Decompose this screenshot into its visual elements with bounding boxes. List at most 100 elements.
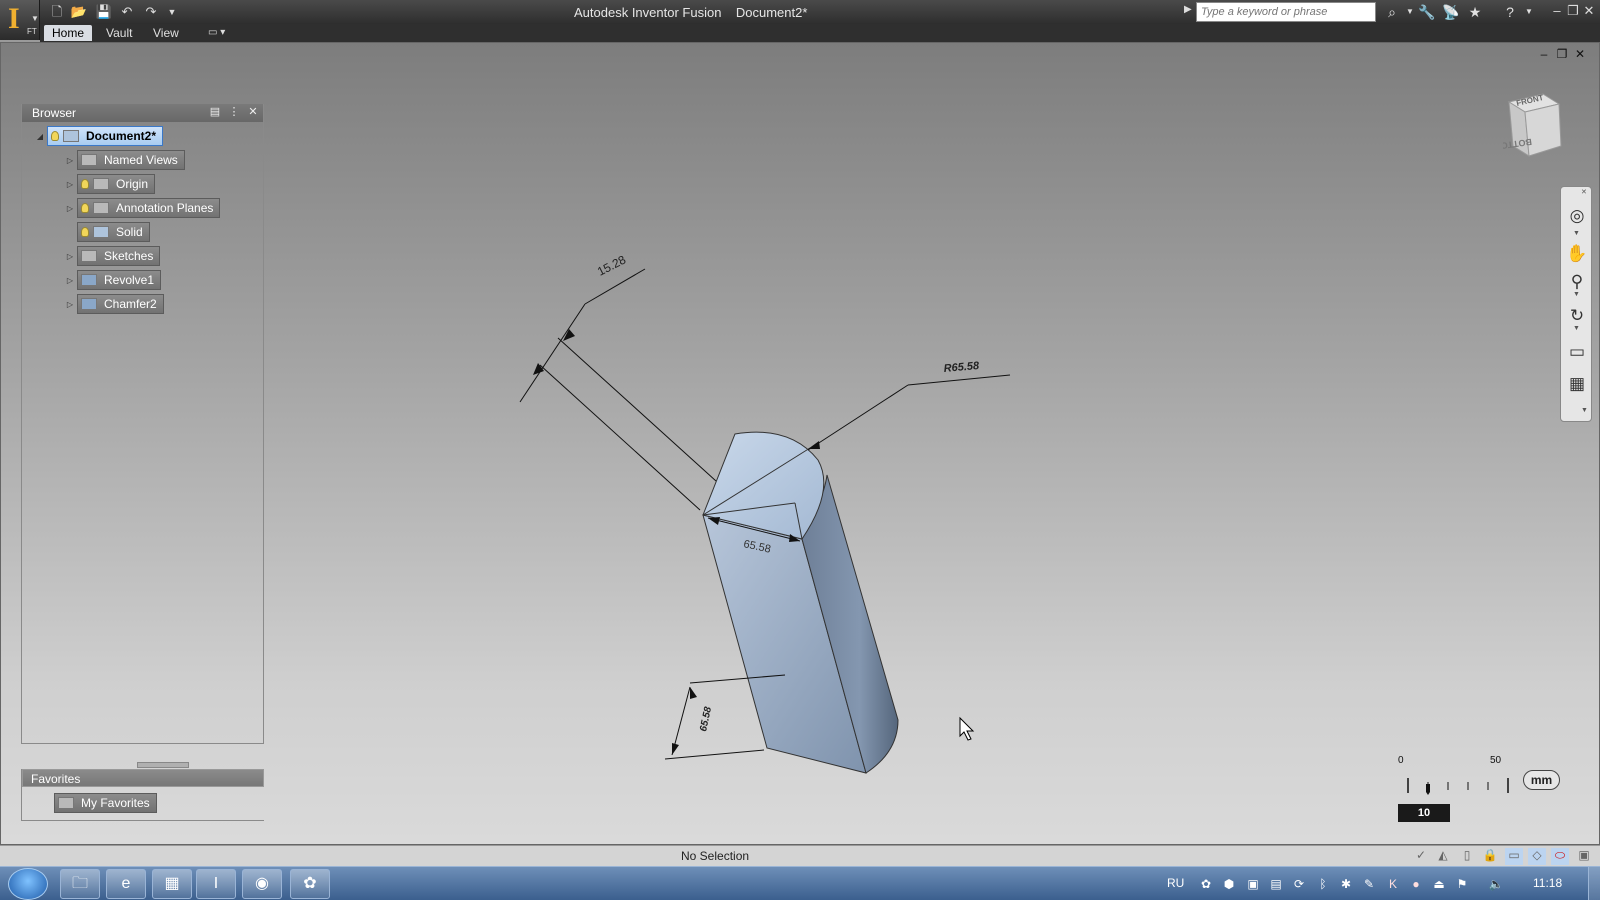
panel-splitter-handle[interactable] bbox=[137, 762, 189, 768]
explorer-taskbar-icon[interactable]: 🗀 bbox=[60, 869, 100, 899]
browser-tree-row[interactable]: ▷ Origin bbox=[63, 174, 156, 194]
tray-updates-icon[interactable]: ⬢ bbox=[1220, 875, 1238, 893]
folder-icon bbox=[58, 797, 74, 809]
show-desktop-button[interactable] bbox=[1588, 867, 1600, 900]
dimension-radius[interactable]: R65.58 bbox=[943, 360, 980, 375]
antivirus-icon[interactable]: K bbox=[1384, 875, 1402, 893]
lock-icon[interactable]: 🔒 bbox=[1481, 848, 1499, 865]
steering-wheel-icon[interactable]: ◎ bbox=[1566, 205, 1588, 227]
collapse-arrow-icon[interactable]: ◢ bbox=[33, 132, 47, 141]
bluetooth-icon[interactable]: ᛒ bbox=[1314, 875, 1332, 893]
browser-options-icon[interactable]: ⋮ bbox=[227, 105, 241, 120]
units-button[interactable]: mm bbox=[1523, 770, 1560, 790]
navigation-bar: ✕ ◎ ▼ ✋ ⚲ ▼ ↻ ▼ ▭ ▦ ▼ bbox=[1560, 186, 1592, 422]
expand-arrow-icon[interactable]: ▷ bbox=[63, 180, 77, 189]
action-center-icon[interactable]: ⚑ bbox=[1453, 875, 1471, 893]
settings-taskbar-icon[interactable]: ✿ bbox=[290, 869, 330, 899]
start-button[interactable] bbox=[8, 868, 48, 900]
expand-arrow-icon[interactable]: ▷ bbox=[63, 300, 77, 309]
tray-pen-icon[interactable]: ✎ bbox=[1360, 875, 1378, 893]
expand-arrow-icon[interactable]: ▷ bbox=[63, 276, 77, 285]
visibility-bulb-icon[interactable] bbox=[81, 227, 89, 237]
favorites-item[interactable]: My Favorites bbox=[54, 793, 157, 813]
my-favorites-node[interactable]: My Favorites bbox=[54, 793, 157, 813]
viewcube[interactable]: FRONT BOTTOM bbox=[1503, 88, 1563, 158]
view-layout-icon[interactable]: ▦ bbox=[1566, 373, 1588, 395]
browser-close-icon[interactable]: ✕ bbox=[246, 105, 260, 120]
browser-tree-row[interactable]: ▷ Chamfer2 bbox=[63, 294, 164, 314]
pdf-reader-taskbar-icon[interactable]: ◉ bbox=[242, 869, 282, 899]
shading-icon[interactable]: ◭ bbox=[1434, 848, 1452, 865]
browser-node-label: Annotation Planes bbox=[116, 201, 214, 215]
browser-tree-row[interactable]: ▷ Annotation Planes bbox=[63, 198, 221, 218]
browser-tree-row[interactable]: ▷ Sketches bbox=[63, 246, 161, 266]
input-language[interactable]: RU bbox=[1167, 876, 1184, 890]
browser-title: Browser bbox=[32, 106, 77, 120]
section-icon[interactable]: ▯ bbox=[1458, 848, 1476, 865]
browser-node-label: Named Views bbox=[104, 153, 178, 167]
scale-slider-thumb[interactable] bbox=[1426, 784, 1430, 795]
zoom-dropdown-icon[interactable]: ▼ bbox=[1573, 291, 1580, 298]
browser-node-label: Chamfer2 bbox=[104, 297, 157, 311]
tray-network-tool-icon[interactable]: ✱ bbox=[1337, 875, 1355, 893]
safely-remove-icon[interactable]: ⏏ bbox=[1430, 875, 1448, 893]
scale-tick-end: 50 bbox=[1490, 755, 1502, 766]
inventor-fusion-taskbar-icon[interactable]: I bbox=[196, 869, 236, 899]
app-taskbar-icon[interactable]: ▦ bbox=[152, 869, 192, 899]
tray-app-icon[interactable]: ✿ bbox=[1197, 875, 1215, 893]
taskbar-clock[interactable]: 11:18 bbox=[1533, 876, 1562, 890]
browser-node[interactable]: Origin bbox=[77, 174, 156, 194]
display-mode-icon[interactable]: ▣ bbox=[1575, 848, 1593, 865]
expand-arrow-icon[interactable]: ▷ bbox=[63, 156, 77, 165]
mouse-cursor-icon bbox=[959, 716, 975, 741]
expand-arrow-icon[interactable]: ▷ bbox=[63, 204, 77, 213]
browser-node-label: Document2* bbox=[86, 129, 157, 143]
volume-icon[interactable]: 🔈 bbox=[1487, 875, 1505, 893]
visibility-bulb-icon[interactable] bbox=[81, 203, 89, 213]
browser-node[interactable]: Revolve1 bbox=[77, 270, 162, 290]
finish-check-icon[interactable]: ✓ bbox=[1412, 848, 1430, 865]
application-menu-button[interactable]: I ▼ FT bbox=[0, 0, 40, 40]
dimension-thickness[interactable]: 15.28 bbox=[595, 252, 628, 278]
browser-tree-row[interactable]: ▷ Named Views bbox=[63, 150, 185, 170]
browser-node[interactable]: Solid bbox=[77, 222, 150, 242]
pan-hand-icon[interactable]: ✋ bbox=[1566, 243, 1588, 265]
expand-arrow-icon[interactable]: ▷ bbox=[63, 252, 77, 261]
visibility-bulb-icon[interactable] bbox=[51, 131, 59, 141]
browser-node[interactable]: Document2* bbox=[47, 126, 164, 146]
navbar-close-icon[interactable]: ✕ bbox=[1581, 188, 1587, 196]
zoom-icon[interactable]: ⚲ bbox=[1566, 271, 1588, 293]
tray-security-icon[interactable]: ● bbox=[1407, 875, 1425, 893]
steering-wheel-dropdown-icon[interactable]: ▼ bbox=[1573, 230, 1580, 237]
browser-node[interactable]: Chamfer2 bbox=[77, 294, 164, 314]
navbar-customize-icon[interactable]: ▼ bbox=[1581, 407, 1588, 414]
internet-explorer-taskbar-icon[interactable]: e bbox=[106, 869, 146, 899]
browser-node[interactable]: Named Views bbox=[77, 150, 185, 170]
folder-icon bbox=[81, 250, 97, 262]
browser-tree-row[interactable]: ◢ Document2* bbox=[33, 126, 164, 146]
browser-node[interactable]: Sketches bbox=[77, 246, 161, 266]
folder-icon bbox=[93, 202, 109, 214]
orbit-select-icon[interactable]: ⬭ bbox=[1551, 848, 1569, 865]
select-filter-icon[interactable]: ▭ bbox=[1505, 848, 1523, 865]
visibility-bulb-icon[interactable] bbox=[81, 179, 89, 189]
browser-node-label: Revolve1 bbox=[104, 273, 155, 287]
dimension-height[interactable]: 65.58 bbox=[698, 705, 714, 732]
tray-monitor-icon[interactable]: ▣ bbox=[1244, 875, 1262, 893]
look-at-icon[interactable]: ▭ bbox=[1566, 341, 1588, 363]
browser-tree-row[interactable]: ▷ Revolve1 bbox=[63, 270, 162, 290]
logo-badge: FT bbox=[27, 27, 37, 36]
solid-body[interactable] bbox=[702, 431, 899, 774]
orbit-dropdown-icon[interactable]: ▼ bbox=[1573, 325, 1580, 332]
tray-device-icon[interactable]: ▤ bbox=[1267, 875, 1285, 893]
browser-node[interactable]: Annotation Planes bbox=[77, 198, 221, 218]
tray-sync-icon[interactable]: ⟳ bbox=[1290, 875, 1308, 893]
browser-node-label: Origin bbox=[116, 177, 149, 191]
browser-filter-icon[interactable]: ▤ bbox=[208, 105, 222, 120]
scale-value: 10 bbox=[1398, 804, 1450, 822]
folder-icon bbox=[93, 178, 109, 190]
chamfer-feature-icon bbox=[81, 298, 97, 310]
orbit-icon[interactable]: ↻ bbox=[1566, 305, 1588, 327]
browser-tree-row[interactable]: Solid bbox=[63, 222, 150, 242]
surface-select-icon[interactable]: ◇ bbox=[1528, 848, 1546, 865]
